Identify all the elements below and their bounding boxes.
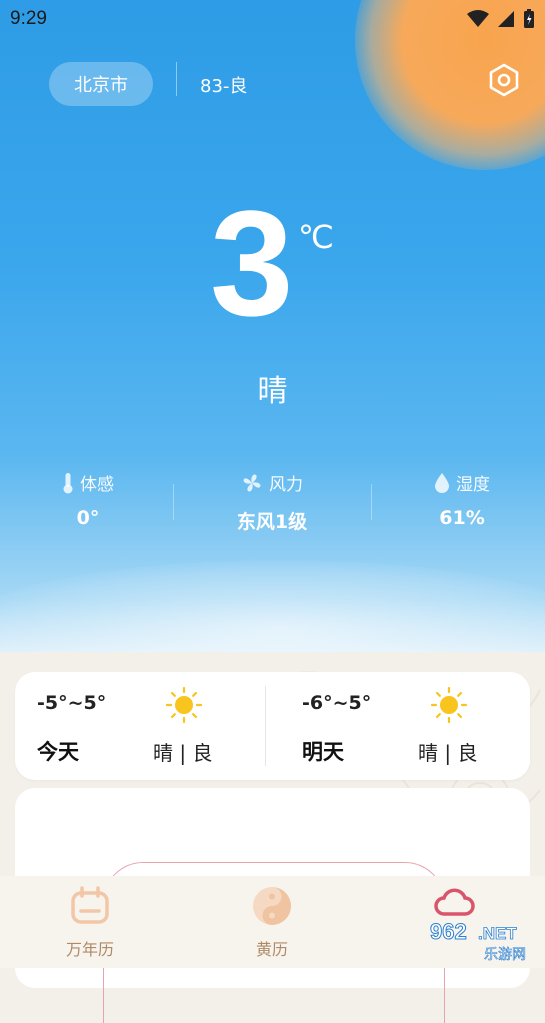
forecast-day: 今天 (37, 740, 79, 764)
forecast-day: 明天 (302, 740, 344, 764)
aqi-label[interactable]: 83-良 (200, 72, 247, 98)
stat-value: 东风1级 (236, 511, 308, 533)
wifi-icon (467, 10, 489, 27)
stat-humidity: 湿度 61% (372, 470, 545, 529)
svg-text:962: 962 (430, 919, 467, 944)
forecast-divider (265, 686, 266, 766)
city-selector-button[interactable]: 北京市 (49, 62, 153, 106)
status-time: 9:29 (10, 8, 47, 29)
status-bar: 9:29 (0, 0, 545, 38)
battery-icon (524, 9, 534, 28)
tab-label: 黄历 (255, 940, 288, 959)
current-condition: 晴 (257, 374, 288, 409)
sun-icon (165, 686, 203, 724)
forecast-condition: 晴 | 良 (418, 741, 478, 765)
site-watermark-logo: 962 .NET 乐游网 (430, 919, 527, 964)
forecast-card[interactable]: -5°~5° 今天 晴 | 良 -6°~5° 明天 晴 | 良 (15, 672, 530, 780)
forecast-condition: 晴 | 良 (153, 741, 213, 765)
stat-divider (371, 484, 372, 520)
stat-feels-like: 体感 0° (0, 470, 178, 529)
signal-icon (498, 11, 514, 27)
stat-label: 风力 (269, 475, 303, 495)
forecast-today[interactable]: -5°~5° 今天 晴 | 良 (15, 672, 265, 780)
stat-value: 61% (439, 507, 485, 529)
stat-value: 0° (76, 507, 100, 529)
calendar-icon (71, 886, 109, 924)
settings-icon[interactable] (486, 62, 522, 98)
weather-stats: 体感 0° 风力 东风1级 湿度 61% (0, 470, 545, 540)
thermometer-icon (63, 472, 73, 493)
sun-icon (430, 686, 468, 724)
tab-calendar[interactable]: 万年历 (30, 884, 150, 960)
svg-text:乐游网: 乐游网 (484, 947, 526, 963)
fan-icon (243, 474, 261, 491)
stat-divider (173, 484, 174, 520)
forecast-temp-range: -5°~5° (37, 692, 107, 714)
stat-label: 体感 (80, 475, 114, 495)
tab-label: 万年历 (65, 940, 114, 959)
svg-text:.NET: .NET (478, 924, 517, 943)
tab-almanac[interactable]: 黄历 (212, 884, 332, 960)
temperature-unit: ℃ (298, 218, 334, 256)
forecast-temp-range: -6°~5° (302, 692, 372, 714)
forecast-tomorrow[interactable]: -6°~5° 明天 晴 | 良 (280, 672, 530, 780)
stat-wind: 风力 东风1级 (182, 470, 362, 534)
current-temperature: 3 (210, 179, 294, 347)
status-icons (467, 9, 535, 29)
stat-label: 湿度 (456, 475, 490, 495)
yin-yang-icon (253, 887, 291, 925)
cloud-band (0, 560, 545, 652)
header-divider (176, 62, 177, 96)
droplet-icon (435, 472, 449, 493)
